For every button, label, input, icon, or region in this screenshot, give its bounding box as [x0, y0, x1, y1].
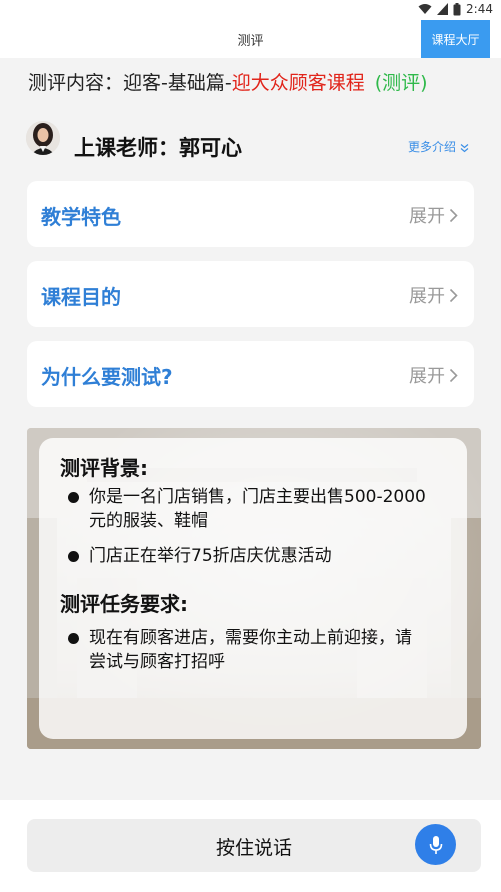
expand-toggle[interactable]: 展开 [409, 362, 458, 388]
background-heading: 测评背景: [60, 456, 148, 480]
nav-bar: 测评 课程大厅 [0, 20, 501, 58]
expand-toggle[interactable]: 展开 [409, 202, 458, 228]
bullet-dot [68, 492, 79, 503]
chevron-right-icon [449, 368, 458, 382]
section-title: 课程目的 [41, 285, 121, 309]
background-item-text: 门店正在举行75折店庆优惠活动 [89, 546, 332, 566]
teacher-label: 上课老师：郭可心 [74, 136, 242, 160]
section-card-course-purpose[interactable]: 课程目的 展开 [27, 261, 474, 327]
evaluation-content: 测评内容：迎客-基础篇-迎大众顾客课程 (测评) [28, 68, 428, 95]
talk-label: 按住说话 [215, 837, 292, 859]
wifi-icon [418, 4, 432, 14]
bullet-dot [68, 551, 79, 562]
bottom-bar: 按住说话 [0, 800, 501, 892]
hold-to-talk-button[interactable]: 按住说话 [27, 819, 481, 872]
task-heading: 测评任务要求: [60, 592, 188, 616]
bullet-dot [68, 633, 79, 644]
chevron-right-icon [449, 288, 458, 302]
microphone-icon [429, 835, 442, 854]
expand-label: 展开 [409, 206, 445, 227]
scenario-panel: 测评背景: 你是一名门店销售，门店主要出售500-2000元的服装、鞋帽 门店正… [39, 438, 467, 739]
more-intro-label: 更多介绍 [408, 140, 457, 154]
double-chevron-down-icon [460, 143, 469, 152]
task-item-text: 现在有顾客进店，需要你主动上前迎接，请尝试与顾客打招呼 [89, 628, 412, 672]
scenario-image: 测评背景: 你是一名门店销售，门店主要出售500-2000元的服装、鞋帽 门店正… [27, 428, 481, 749]
course-name: 迎大众顾客课程 [231, 72, 365, 94]
background-item: 你是一名门店销售，门店主要出售500-2000元的服装、鞋帽 [68, 485, 428, 533]
signal-icon [437, 3, 449, 15]
expand-label: 展开 [409, 366, 445, 387]
teacher-avatar[interactable] [26, 121, 60, 155]
microphone-button[interactable] [415, 824, 456, 865]
more-intro-link[interactable]: 更多介绍 [408, 138, 469, 155]
content-prefix: 测评内容：迎客-基础篇- [28, 72, 232, 94]
task-item: 现在有顾客进店，需要你主动上前迎接，请尝试与顾客打招呼 [68, 626, 428, 674]
expand-label: 展开 [409, 286, 445, 307]
section-card-why-test[interactable]: 为什么要测试? 展开 [27, 341, 474, 407]
section-title: 为什么要测试? [41, 365, 173, 389]
background-item-text: 你是一名门店销售，门店主要出售500-2000元的服装、鞋帽 [89, 487, 426, 531]
battery-icon [453, 2, 461, 15]
section-title: 教学特色 [41, 205, 121, 229]
background-item: 门店正在举行75折店庆优惠活动 [68, 544, 428, 568]
evaluation-tag: (测评) [374, 72, 428, 94]
course-hall-button[interactable]: 课程大厅 [421, 20, 490, 58]
status-icons: 2:44 [418, 2, 493, 16]
status-bar: 2:44 [0, 0, 501, 20]
section-card-teaching-features[interactable]: 教学特色 展开 [27, 181, 474, 247]
expand-toggle[interactable]: 展开 [409, 282, 458, 308]
chevron-right-icon [449, 208, 458, 222]
status-time: 2:44 [466, 2, 493, 16]
